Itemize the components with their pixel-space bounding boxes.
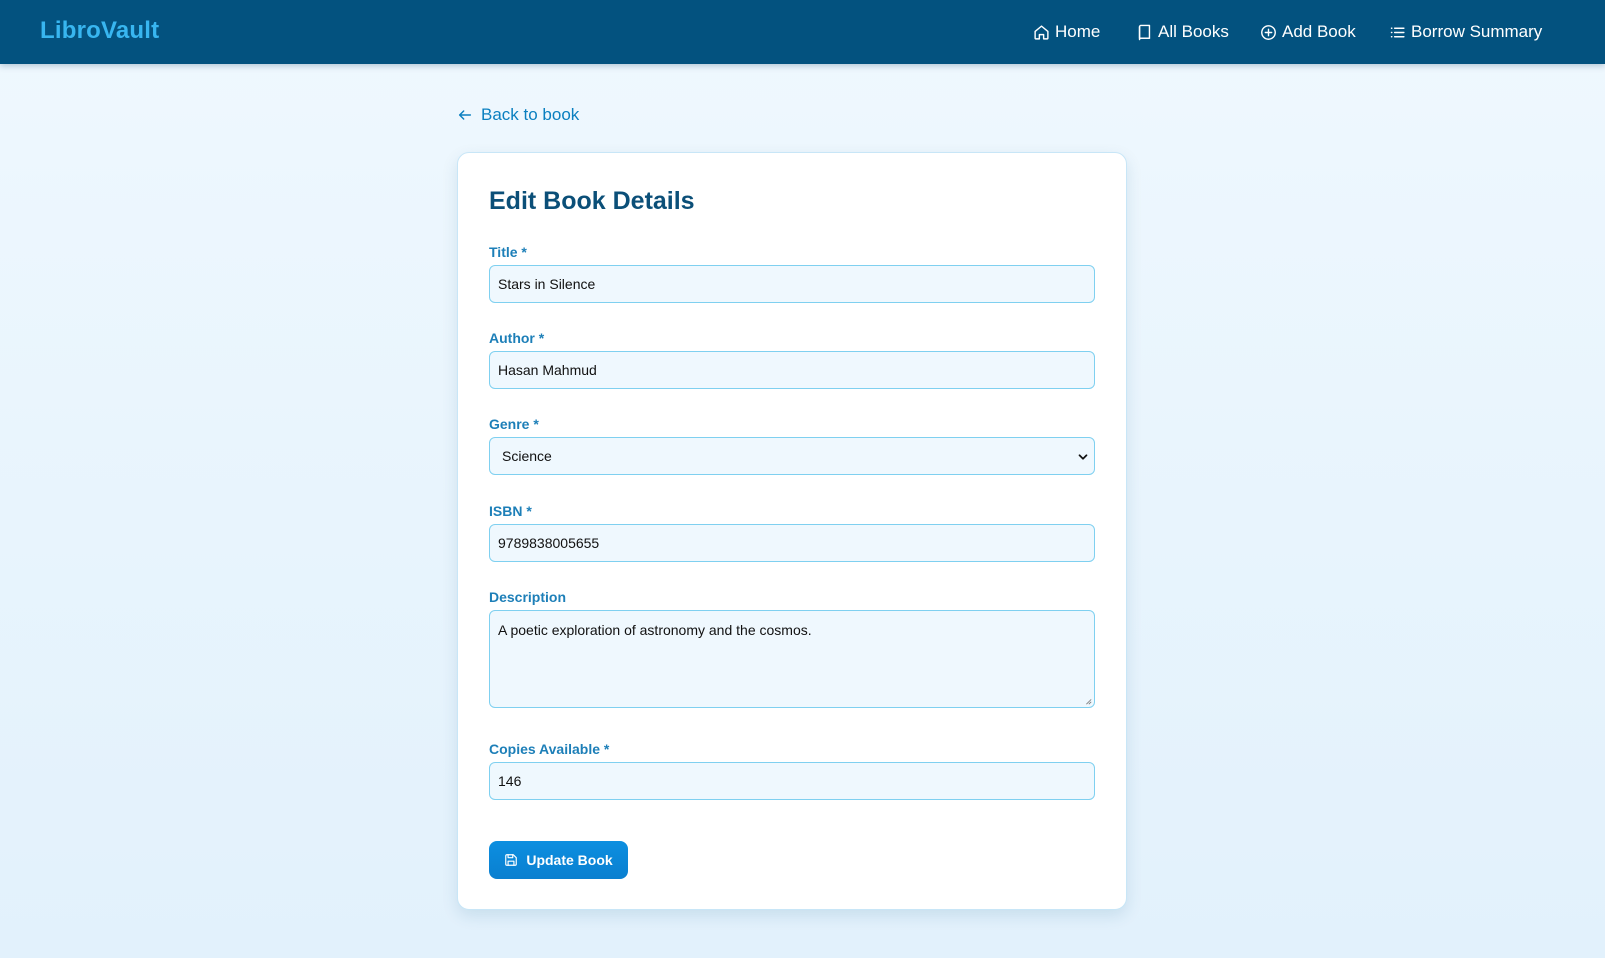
nav-item-label: All Books — [1158, 22, 1229, 41]
genre-label: Genre * — [489, 416, 539, 432]
plus-circle-icon — [1261, 24, 1276, 40]
resize-handle-icon[interactable] — [1084, 697, 1092, 705]
isbn-input[interactable]: 9789838005655 — [489, 524, 1095, 562]
nav-item-label: Borrow Summary — [1411, 22, 1543, 41]
title-label: Title * — [489, 244, 527, 260]
nav-item-borrow-summary[interactable]: Borrow Summary — [1389, 20, 1542, 44]
copies-input[interactable]: 146 — [489, 762, 1095, 800]
nav-item-home[interactable]: Home — [1033, 20, 1100, 44]
book-icon — [1138, 24, 1151, 40]
nav-item-label: Home — [1055, 22, 1101, 41]
title-input[interactable]: Stars in Silence — [489, 265, 1095, 303]
back-to-book-link[interactable]: Back to book — [457, 105, 579, 125]
copies-label: Copies Available * — [489, 741, 610, 757]
genre-value: Science — [502, 448, 552, 464]
genre-select[interactable]: Science — [489, 437, 1095, 475]
nav-item-add-book[interactable]: Add Book — [1260, 20, 1356, 44]
brand-logo[interactable]: LibroVault — [40, 17, 159, 45]
nav-item-all-books[interactable]: All Books — [1136, 20, 1229, 44]
list-icon — [1390, 27, 1405, 37]
chevron-down-icon — [1078, 454, 1088, 460]
edit-book-form-card: Edit Book Details Title * Stars in Silen… — [457, 152, 1127, 910]
save-icon — [505, 854, 518, 866]
update-button-label: Update Book — [526, 852, 613, 868]
update-book-button[interactable]: Update Book — [489, 841, 628, 879]
description-value: A poetic exploration of astronomy and th… — [498, 622, 812, 638]
title-value: Stars in Silence — [498, 276, 596, 292]
arrow-left-icon — [458, 110, 472, 120]
description-label: Description — [489, 589, 567, 605]
author-label: Author * — [489, 330, 545, 346]
description-textarea[interactable]: A poetic exploration of astronomy and th… — [489, 610, 1095, 708]
isbn-value: 9789838005655 — [498, 535, 600, 551]
top-navbar: LibroVault Home All Books Add Book Borro… — [0, 0, 1605, 64]
nav-item-label: Add Book — [1282, 22, 1356, 41]
back-link-label: Back to book — [481, 105, 580, 124]
copies-value: 146 — [498, 773, 522, 789]
home-icon — [1034, 24, 1049, 40]
author-value: Hasan Mahmud — [498, 362, 597, 378]
author-input[interactable]: Hasan Mahmud — [489, 351, 1095, 389]
isbn-label: ISBN * — [489, 503, 532, 519]
form-title: Edit Book Details — [489, 187, 695, 215]
